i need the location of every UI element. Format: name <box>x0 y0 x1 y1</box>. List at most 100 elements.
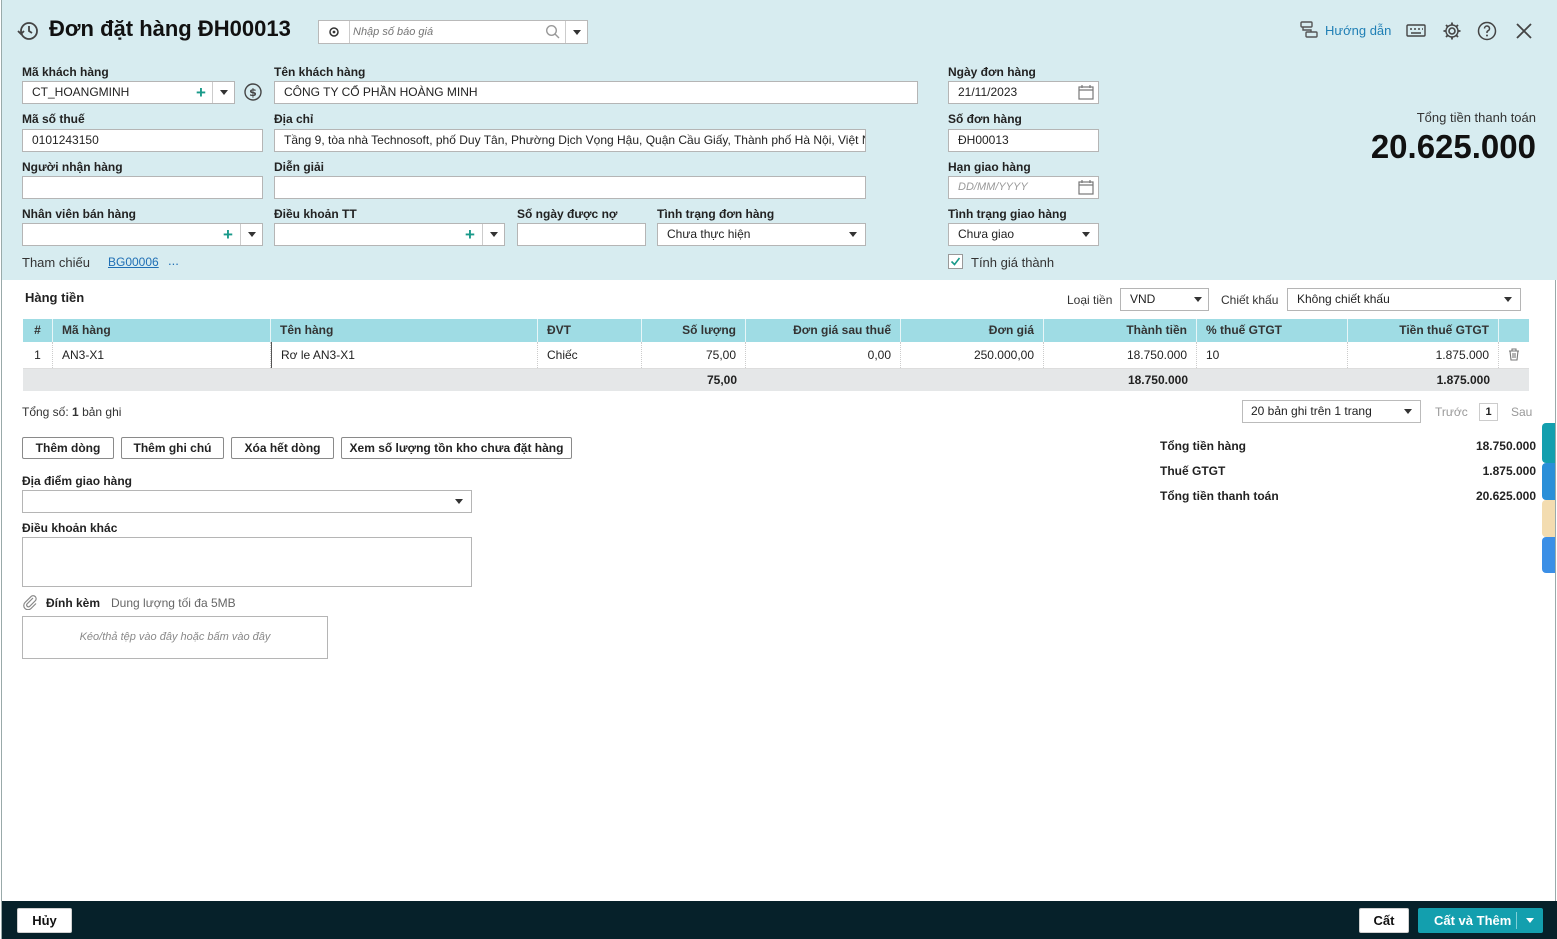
cell-qty[interactable]: 75,00 <box>642 342 746 368</box>
payment-terms-dropdown[interactable] <box>482 224 504 245</box>
customer-code-field[interactable]: CT_HOANGMINH + <box>22 81 235 104</box>
description-field[interactable] <box>274 176 866 199</box>
col-price[interactable]: Đơn giá <box>901 319 1044 342</box>
delivery-status-label: Tình trạng giao hàng <box>948 207 1067 221</box>
col-code[interactable]: Mã hàng <box>53 319 271 342</box>
side-tab-beige[interactable] <box>1542 500 1555 537</box>
cancel-button[interactable]: Hủy <box>17 908 72 933</box>
cell-amount[interactable]: 18.750.000 <box>1044 342 1197 368</box>
grand-total-label: Tổng tiền thanh toán <box>1416 110 1536 125</box>
credit-days-field[interactable] <box>517 223 646 246</box>
next-page-button[interactable]: Sau <box>1511 405 1532 419</box>
delete-all-rows-button[interactable]: Xóa hết dòng <box>231 437 334 459</box>
order-date-field[interactable]: 21/11/2023 <box>948 81 1099 104</box>
grid-summary-row: 75,00 18.750.000 1.875.000 <box>23 369 1529 391</box>
cell-name[interactable]: Rơ le AN3-X1 <box>271 342 538 368</box>
help-link[interactable]: Hướng dẫn <box>1299 20 1391 40</box>
cell-unit[interactable]: Chiếc <box>538 342 642 368</box>
quote-dropdown-button[interactable] <box>565 21 587 43</box>
attachment-dropzone[interactable]: Kéo/thả tệp vào đây hoặc bấm vào đây <box>22 616 328 659</box>
order-number-field[interactable]: ĐH00013 <box>948 129 1099 152</box>
side-tab-blue-2[interactable] <box>1542 537 1555 573</box>
delete-row-button[interactable] <box>1499 342 1529 368</box>
delivery-deadline-field[interactable]: DD/MM/YYYY <box>948 176 1099 199</box>
add-customer-icon[interactable]: + <box>196 84 206 101</box>
calendar-icon[interactable] <box>1078 180 1094 195</box>
history-icon[interactable] <box>16 19 40 43</box>
col-vat-rate[interactable]: % thuế GTGT <box>1197 319 1348 342</box>
calc-cost-checkbox[interactable] <box>948 254 963 269</box>
customer-name-label: Tên khách hàng <box>274 65 366 79</box>
currency-value: VND <box>1130 292 1156 306</box>
calendar-icon[interactable] <box>1078 85 1094 100</box>
save-and-add-button[interactable]: Cất và Thêm <box>1418 908 1543 933</box>
other-terms-label: Điều khoản khác <box>22 521 118 535</box>
prev-page-button[interactable]: Trước <box>1435 405 1468 419</box>
discount-select[interactable]: Không chiết khấu <box>1287 288 1521 311</box>
record-count: Tổng số: 1 bản ghi <box>22 405 121 419</box>
cell-price[interactable]: 250.000,00 <box>901 342 1044 368</box>
cell-vat-amount[interactable]: 1.875.000 <box>1348 342 1499 368</box>
cell-vat-rate[interactable]: 10 <box>1197 342 1348 368</box>
save-and-add-label: Cất và Thêm <box>1434 913 1512 928</box>
save-button[interactable]: Cất <box>1359 908 1409 933</box>
add-note-button[interactable]: Thêm ghi chú <box>121 437 224 459</box>
help-label: Hướng dẫn <box>1325 22 1392 38</box>
settings-small-icon[interactable] <box>319 21 350 43</box>
customer-code-dropdown[interactable] <box>212 82 234 103</box>
salesperson-field[interactable]: + <box>22 223 263 246</box>
close-icon[interactable] <box>1513 20 1535 42</box>
reference-link[interactable]: BG00006 <box>108 255 159 269</box>
delivery-status-select[interactable]: Chưa giao <box>948 223 1099 246</box>
col-no[interactable]: # <box>23 319 53 342</box>
col-qty[interactable]: Số lượng <box>642 319 746 342</box>
side-tab-blue[interactable] <box>1542 463 1555 500</box>
order-status-value: Chưa thực hiện <box>667 227 751 241</box>
col-name[interactable]: Tên hàng <box>271 319 538 342</box>
side-tab-teal[interactable] <box>1542 423 1555 463</box>
chevron-down-icon <box>1404 409 1412 414</box>
currency-icon[interactable]: $ <box>244 83 262 101</box>
keyboard-icon[interactable] <box>1405 20 1427 42</box>
view-stock-button[interactable]: Xem số lượng tồn kho chưa đặt hàng <box>341 437 572 459</box>
add-salesperson-icon[interactable]: + <box>223 226 233 243</box>
col-amount[interactable]: Thành tiền <box>1044 319 1197 342</box>
customer-name-field[interactable]: CÔNG TY CỔ PHẦN HOÀNG MINH <box>274 81 918 104</box>
other-terms-textarea[interactable] <box>22 537 472 587</box>
receiver-field[interactable] <box>22 176 263 199</box>
delivery-place-select[interactable] <box>22 490 472 513</box>
cell-code[interactable]: AN3-X1 <box>53 342 271 368</box>
gear-icon[interactable] <box>1441 20 1463 42</box>
search-icon[interactable] <box>545 24 561 40</box>
col-unit[interactable]: ĐVT <box>538 319 642 342</box>
help-icon[interactable] <box>1476 20 1498 42</box>
count-value: 1 <box>72 405 79 419</box>
salesperson-dropdown[interactable] <box>240 224 262 245</box>
delivery-deadline-placeholder: DD/MM/YYYY <box>958 181 1028 193</box>
add-row-button[interactable]: Thêm dòng <box>22 437 114 459</box>
vat-total-label: Thuế GTGT <box>1160 464 1226 478</box>
address-field[interactable]: Tầng 9, tòa nhà Technosoft, phố Duy Tân,… <box>274 129 866 152</box>
order-dialog: Đơn đặt hàng ĐH00013 Hướng dẫn Mã khách … <box>1 0 1557 939</box>
svg-text:$: $ <box>249 86 257 99</box>
cell-price-after-tax[interactable]: 0,00 <box>746 342 901 368</box>
tax-code-field[interactable]: 0101243150 <box>22 129 263 152</box>
quote-search[interactable] <box>318 20 588 44</box>
salesperson-label: Nhân viên bán hàng <box>22 207 137 221</box>
address-label: Địa chỉ <box>274 112 314 126</box>
chevron-down-icon <box>849 232 857 237</box>
quote-search-input[interactable] <box>353 23 545 41</box>
save-and-add-dropdown[interactable] <box>1516 912 1542 929</box>
currency-select[interactable]: VND <box>1120 288 1209 311</box>
col-vat-amount[interactable]: Tiền thuế GTGT <box>1348 319 1499 342</box>
table-row[interactable]: 1 AN3-X1 Rơ le AN3-X1 Chiếc 75,00 0,00 2… <box>23 342 1529 369</box>
page-number[interactable]: 1 <box>1479 403 1498 421</box>
add-payment-terms-icon[interactable]: + <box>465 226 475 243</box>
order-status-select[interactable]: Chưa thực hiện <box>657 223 866 246</box>
page-size-select[interactable]: 20 bản ghi trên 1 trang <box>1242 400 1421 423</box>
description-label: Diễn giải <box>274 160 325 174</box>
reference-more-button[interactable]: ... <box>168 253 179 268</box>
payment-terms-field[interactable]: + <box>274 223 505 246</box>
summary-spacer <box>1197 369 1348 391</box>
col-price-after-tax[interactable]: Đơn giá sau thuế <box>746 319 901 342</box>
